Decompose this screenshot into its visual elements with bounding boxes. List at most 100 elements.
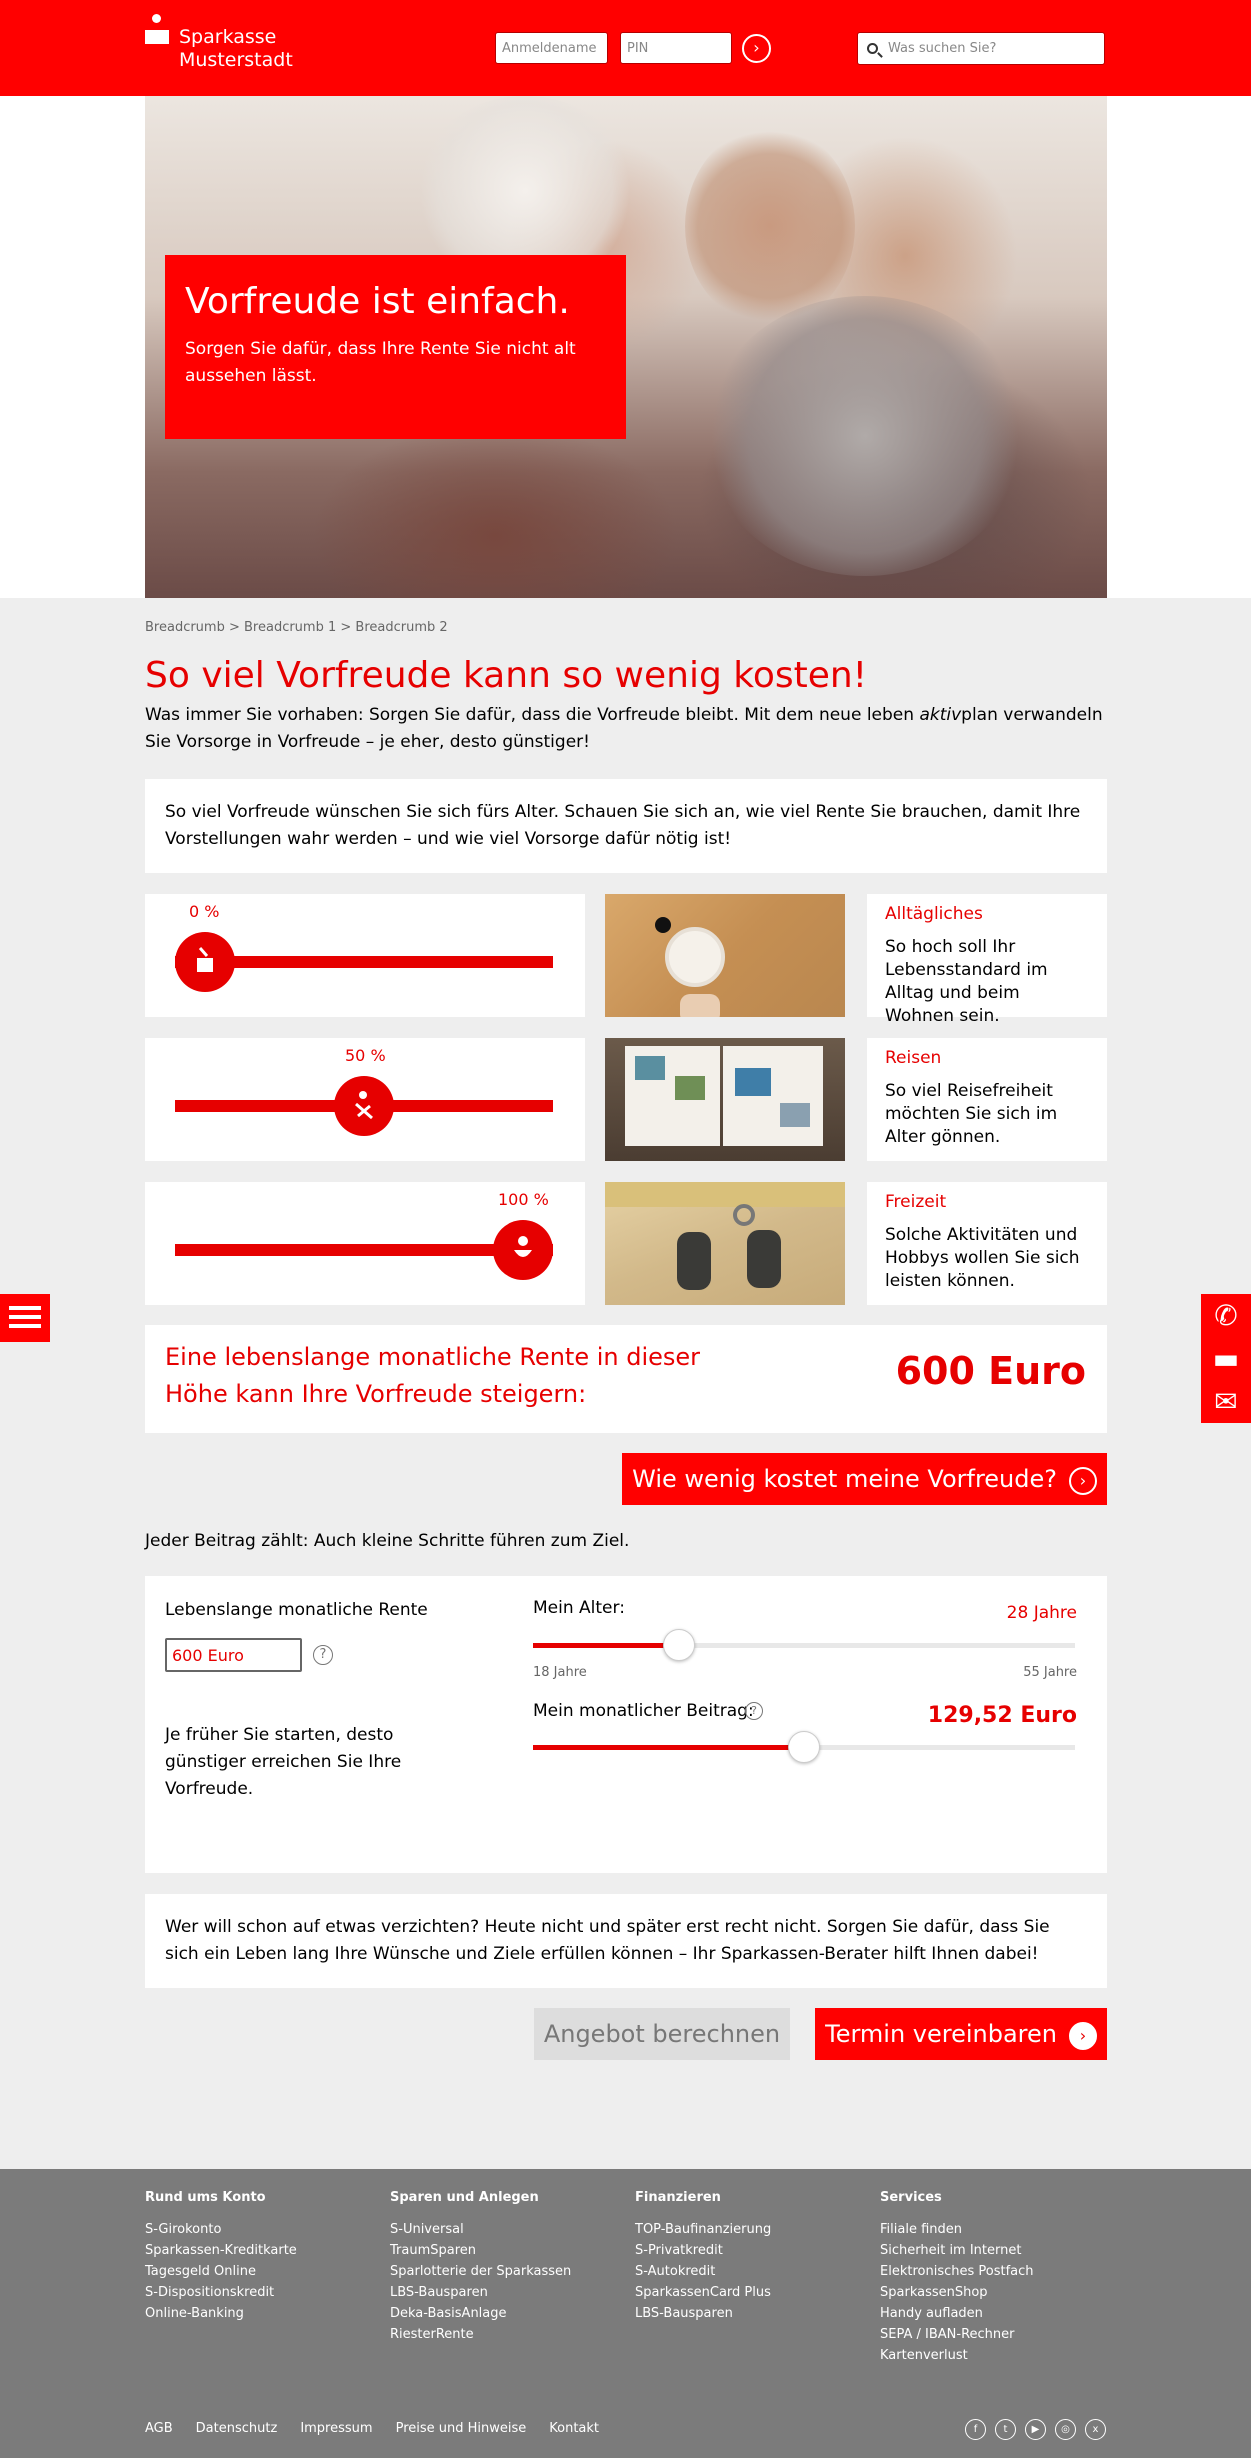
footer-link[interactable]: LBS-Bausparen xyxy=(635,2303,880,2324)
rente-input[interactable]: 600 Euro xyxy=(165,1638,302,1672)
book-appointment-label: Termin vereinbaren xyxy=(825,2020,1057,2048)
beitrag-label: Mein monatlicher Beitrag: xyxy=(533,1701,754,1721)
footer-bottom-link[interactable]: Impressum xyxy=(300,2421,372,2436)
boots-photo xyxy=(605,1182,845,1305)
footer-link[interactable]: Sparlotterie der Sparkassen xyxy=(390,2261,635,2282)
mail-icon[interactable]: ✉ xyxy=(1201,1380,1251,1423)
vorfreude-rows: 0 % Alltägliches So hoch soll Ihr Lebens… xyxy=(145,894,1107,1305)
footer-column-title: Rund ums Konto xyxy=(145,2190,266,2205)
age-label: Mein Alter: xyxy=(533,1598,625,1618)
cta-label: Wie wenig kostet meine Vorfreude? xyxy=(632,1465,1057,1493)
footer-bottom-link[interactable]: Datenschutz xyxy=(196,2421,278,2436)
row-body: So hoch soll Ihr Lebensstandard im Allta… xyxy=(885,937,1048,1026)
footer-link[interactable]: Kartenverlust xyxy=(880,2345,1125,2366)
twitter-icon[interactable]: t xyxy=(995,2419,1016,2440)
slider-percent: 100 % xyxy=(498,1190,549,1209)
chevron-right-icon: › xyxy=(753,38,760,57)
footer-link[interactable]: RiesterRente xyxy=(390,2324,635,2345)
level-slider[interactable]: 100 % xyxy=(145,1182,585,1305)
hero-title: Vorfreude ist einfach. xyxy=(185,281,570,322)
footer-link[interactable]: Deka-BasisAnlage xyxy=(390,2303,635,2324)
footer-link[interactable]: Filiale finden xyxy=(880,2219,1125,2240)
footer-link[interactable]: Sicherheit im Internet xyxy=(880,2240,1125,2261)
footer-link[interactable]: SparkassenCard Plus xyxy=(635,2282,880,2303)
slider-knob[interactable] xyxy=(334,1076,394,1136)
xing-icon[interactable]: x xyxy=(1085,2419,1106,2440)
intro-text: Was immer Sie vorhaben: Sorgen Sie dafür… xyxy=(145,705,1103,752)
breakfast-photo xyxy=(605,894,845,1017)
footer-link[interactable]: S-Girokonto xyxy=(145,2219,390,2240)
rente-label: Lebenslange monatliche Rente xyxy=(165,1600,428,1620)
footer-link[interactable]: TraumSparen xyxy=(390,2240,635,2261)
age-slider[interactable] xyxy=(533,1629,1075,1661)
footer-bottom-link[interactable]: AGB xyxy=(145,2421,173,2436)
beitrag-slider-thumb[interactable] xyxy=(788,1731,820,1763)
sparkasse-logo[interactable]: Sparkasse Musterstadt xyxy=(145,12,293,72)
hero-subtitle: Sorgen Sie dafür, dass Ihre Rente Sie ni… xyxy=(185,339,576,386)
logo-line-1: Sparkasse xyxy=(179,26,277,48)
logo-line-2: Musterstadt xyxy=(179,49,293,71)
calculate-offer-button[interactable]: Angebot berechnen xyxy=(533,2008,791,2060)
footer-link[interactable]: Sparkassen-Kreditkarte xyxy=(145,2240,390,2261)
action-buttons: Angebot berechnen Termin vereinbaren › xyxy=(145,2008,1107,2060)
rente-summary: Eine lebenslange monatliche Rente in die… xyxy=(145,1325,1107,1433)
footer-link[interactable]: Elektronisches Postfach xyxy=(880,2261,1125,2282)
chevron-right-icon: › xyxy=(1069,2022,1097,2050)
login-name-input[interactable]: Anmeldename xyxy=(495,32,608,64)
footer-link[interactable]: SEPA / IBAN-Rechner xyxy=(880,2324,1125,2345)
rente-text: Eine lebenslange monatliche Rente in die… xyxy=(165,1343,701,1408)
hamburger-menu-icon[interactable] xyxy=(0,1294,50,1342)
search-input[interactable]: Was suchen Sie? xyxy=(857,32,1105,65)
footer-link[interactable]: LBS-Bausparen xyxy=(390,2282,635,2303)
footer-bottom-link[interactable]: Kontakt xyxy=(549,2421,599,2436)
row-body: Solche Aktivitäten und Hobbys wollen Sie… xyxy=(885,1225,1080,1291)
footer-link[interactable]: S-Dispositionskredit xyxy=(145,2282,390,2303)
youtube-icon[interactable]: ▶ xyxy=(1025,2419,1046,2440)
slider-percent: 50 % xyxy=(345,1046,386,1065)
footer-link[interactable]: Handy aufladen xyxy=(880,2303,1125,2324)
footer-link[interactable]: Tagesgeld Online xyxy=(145,2261,390,2282)
hero-image: Vorfreude ist einfach. Sorgen Sie dafür,… xyxy=(145,96,1107,598)
footer-link[interactable]: Online-Banking xyxy=(145,2303,390,2324)
facebook-icon[interactable]: f xyxy=(965,2419,986,2440)
footer-column: Services Filiale finden Sicherheit im Inte… xyxy=(880,2190,1125,2366)
footer-bottom-link[interactable]: Preise und Hinweise xyxy=(396,2421,527,2436)
level-slider[interactable]: 0 % xyxy=(145,894,585,1017)
footer-link[interactable]: TOP-Baufinanzierung xyxy=(635,2219,880,2240)
footer-column-title: Finanzieren xyxy=(635,2190,721,2205)
slider-knob[interactable] xyxy=(175,932,235,992)
pin-input[interactable]: PIN xyxy=(620,32,732,64)
chat-icon[interactable]: ▬ xyxy=(1201,1337,1251,1380)
row-text-card: Alltägliches So hoch soll Ihr Lebensstan… xyxy=(867,894,1107,1026)
rente-value: 600 Euro xyxy=(895,1349,1086,1393)
footer-link[interactable]: S-Privatkredit xyxy=(635,2240,880,2261)
login-submit-button[interactable]: › xyxy=(742,34,771,63)
row-alltaegliches: 0 % Alltägliches So hoch soll Ihr Lebens… xyxy=(145,894,1107,1026)
footer-link[interactable]: SparkassenShop xyxy=(880,2282,1125,2303)
contact-bar: ✆ ▬ ✉ xyxy=(1201,1294,1251,1423)
instagram-icon[interactable]: ◎ xyxy=(1055,2419,1076,2440)
help-icon[interactable]: ? xyxy=(313,1645,333,1665)
site-footer: Rund ums Konto S-Girokonto Sparkassen-Kred… xyxy=(0,2169,1251,2458)
footer-link[interactable]: S-Autokredit xyxy=(635,2261,880,2282)
row-title: Freizeit xyxy=(885,1192,947,1212)
level-slider[interactable]: 50 % xyxy=(145,1038,585,1161)
row-title: Reisen xyxy=(885,1048,942,1068)
help-icon[interactable]: ? xyxy=(745,1702,763,1720)
phone-icon[interactable]: ✆ xyxy=(1201,1294,1251,1337)
cost-cta-button[interactable]: Wie wenig kostet meine Vorfreude? › xyxy=(622,1453,1107,1505)
breadcrumb[interactable]: Breadcrumb > Breadcrumb 1 > Breadcrumb 2 xyxy=(145,620,1107,635)
book-appointment-button[interactable]: Termin vereinbaren › xyxy=(815,2008,1107,2060)
row-text-card: Reisen So viel Reisefreiheit möchten Sie… xyxy=(867,1038,1107,1161)
photo-album-photo xyxy=(605,1038,845,1161)
page-title: So viel Vorfreude kann so wenig kosten! xyxy=(145,655,868,696)
footer-bottom-links: AGB Datenschutz Impressum Preise und Hinwei… xyxy=(145,2421,622,2436)
slider-percent: 0 % xyxy=(189,902,220,921)
row-freizeit: 100 % Freizeit Solche Aktivitäten und Ho… xyxy=(145,1182,1107,1305)
slider-knob[interactable] xyxy=(493,1220,553,1280)
footer-link[interactable]: S-Universal xyxy=(390,2219,635,2240)
footer-column: Sparen und Anlegen S-Universal TraumSparen… xyxy=(390,2190,635,2366)
age-slider-thumb[interactable] xyxy=(663,1629,695,1661)
beitrag-slider[interactable] xyxy=(533,1731,1075,1763)
search-icon xyxy=(867,43,878,54)
